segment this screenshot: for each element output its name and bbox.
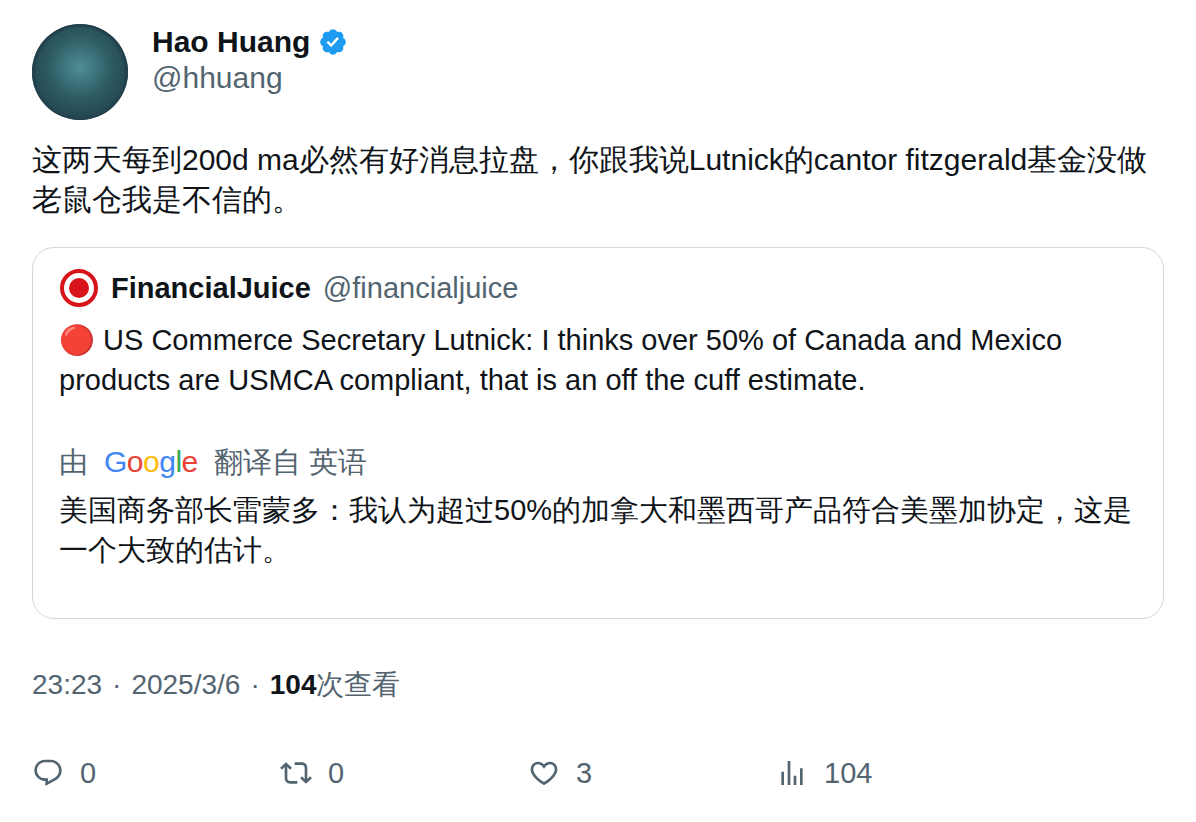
translation-label: 由Google翻译自 英语	[59, 442, 1137, 482]
action-count: 104	[824, 753, 872, 793]
author-name[interactable]: Hao Huang	[152, 24, 310, 60]
quoted-tweet[interactable]: FinancialJuice @financialjuice 🔴 US Commer…	[32, 247, 1164, 619]
action-bar: 0 0 3 104	[32, 753, 1164, 793]
author-avatar[interactable]	[32, 24, 128, 120]
tweet-meta: 23:23·2025/3/6·104次查看	[32, 665, 1164, 705]
quoted-handle[interactable]: @financialjuice	[323, 270, 518, 306]
bar-chart-icon	[776, 757, 808, 789]
action-count: 3	[576, 753, 592, 793]
tweet-header: Hao Huang@hhuang	[32, 24, 1164, 120]
meta-separator: ·	[112, 665, 121, 705]
view-label: 次查看	[316, 665, 400, 705]
author-info: Hao Huang@hhuang	[152, 24, 348, 96]
tweet-text: 这两天每到200d ma必然有好消息拉盘，你跟我说Lutnick的cantor …	[32, 140, 1164, 220]
tweet-time[interactable]: 23:23	[32, 665, 102, 705]
translation-text: 美国商务部长雷蒙多：我认为超过50%的加拿大和墨西哥产品符合美墨加协定，这是一个…	[59, 490, 1137, 570]
google-logo: Google	[104, 442, 198, 482]
like-button[interactable]: 3	[528, 753, 776, 793]
view-count: 104次查看	[270, 665, 401, 705]
retweet-icon	[280, 757, 312, 789]
reply-icon	[32, 757, 64, 789]
view-number: 104	[270, 665, 317, 705]
quoted-header: FinancialJuice @financialjuice	[59, 268, 1137, 308]
google-letter: o	[127, 442, 143, 482]
tweet-date[interactable]: 2025/3/6	[131, 665, 240, 705]
quoted-name[interactable]: FinancialJuice	[111, 270, 311, 306]
translation-prefix: 由	[59, 442, 88, 482]
action-count: 0	[80, 753, 96, 793]
tweet-page: Hao Huang@hhuang 这两天每到200d ma必然有好消息拉盘，你跟我…	[0, 0, 1196, 822]
google-letter: G	[104, 442, 127, 482]
meta-separator: ·	[250, 665, 259, 705]
verified-badge-icon	[318, 27, 348, 57]
author-handle[interactable]: @hhuang	[152, 60, 348, 96]
google-letter: g	[159, 442, 175, 482]
retweet-button[interactable]: 0	[280, 753, 528, 793]
action-count: 0	[328, 753, 344, 793]
views-button[interactable]: 104	[776, 753, 1024, 793]
record-dot-icon[interactable]	[59, 268, 99, 308]
google-letter: l	[175, 442, 181, 482]
google-letter: e	[182, 442, 198, 482]
author-name-row: Hao Huang	[152, 24, 348, 60]
google-letter: o	[143, 442, 159, 482]
quoted-text: 🔴 US Commerce Secretary Lutnick: I think…	[59, 320, 1137, 400]
heart-icon	[528, 757, 560, 789]
reply-button[interactable]: 0	[32, 753, 280, 793]
translation-suffix: 翻译自 英语	[214, 442, 367, 482]
